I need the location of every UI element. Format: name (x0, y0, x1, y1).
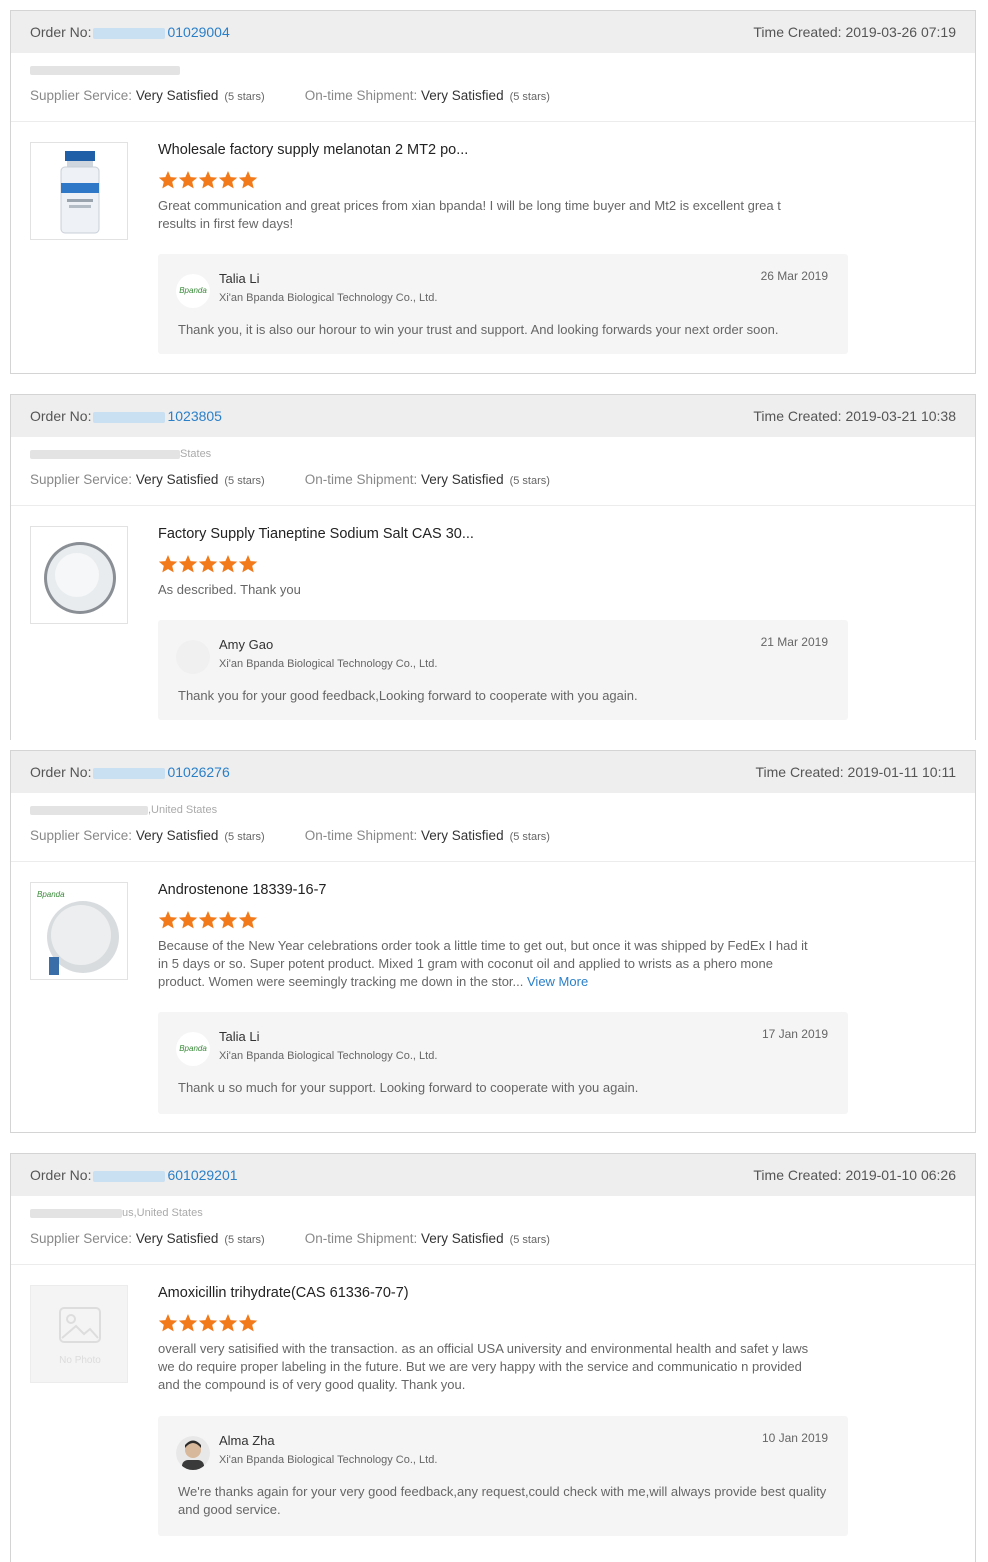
avatar: Bpanda (176, 274, 210, 308)
reply-company: Xi'an Bpanda Biological Technology Co., … (219, 658, 438, 670)
product-thumbnail[interactable] (30, 142, 128, 240)
service-ratings: Supplier Service: Very Satisfied (5 stars… (30, 472, 550, 487)
reply-date: 17 Jan 2019 (761, 1027, 828, 1041)
review-card: Order No: 01026276 Time Created: 2019-01-… (10, 750, 976, 1133)
order-header: Order No: 01029004 Time Created: 2019-03-… (11, 11, 975, 53)
star-icon (198, 555, 218, 573)
star-icon (178, 911, 198, 929)
avatar (176, 640, 210, 674)
svg-text:No Photo: No Photo (59, 1355, 101, 1366)
product-thumbnail[interactable]: Bpanda (30, 882, 128, 980)
order-number: Order No: 01026276 (30, 764, 230, 780)
reply-text: Thank u so much for your support. Lookin… (178, 1080, 639, 1095)
time-created: Time Created: 2019-01-10 06:26 (753, 1167, 956, 1183)
reply-company: Xi'an Bpanda Biological Technology Co., … (219, 1050, 438, 1062)
order-number: Order No: 01029004 (30, 24, 230, 40)
star-icon (238, 171, 258, 189)
service-ratings: Supplier Service: Very Satisfied (5 stars… (30, 828, 550, 843)
buyer-location: ,United States (30, 804, 217, 816)
svg-text:Bpanda: Bpanda (37, 890, 65, 899)
order-number: Order No: 1023805 (30, 408, 222, 424)
reply-author: Talia Li (219, 271, 260, 286)
review-card: Order No: 601029201 Time Created: 2019-01… (10, 1153, 976, 1562)
supplier-reply: Bpanda Talia Li Xi'an Bpanda Biological … (158, 1012, 848, 1114)
star-icon (178, 171, 198, 189)
star-icon (158, 555, 178, 573)
product-thumbnail[interactable]: No Photo (30, 1285, 128, 1383)
supplier-reply: Bpanda Talia Li Xi'an Bpanda Biological … (158, 254, 848, 354)
buyer-location (30, 64, 180, 76)
time-created: Time Created: 2019-01-11 10:11 (755, 764, 956, 780)
reply-text: Thank you for your good feedback,Looking… (178, 688, 638, 703)
time-created: Time Created: 2019-03-21 10:38 (753, 408, 956, 424)
order-number-link[interactable]: 01026276 (167, 764, 229, 780)
review-text: Great communication and great prices fro… (158, 198, 781, 231)
order-header: Order No: 01026276 Time Created: 2019-01-… (11, 751, 975, 793)
avatar (176, 1436, 210, 1470)
star-icon (218, 911, 238, 929)
reply-company: Xi'an Bpanda Biological Technology Co., … (219, 292, 438, 304)
buyer-location: us,United States (30, 1207, 203, 1219)
order-header: Order No: 601029201 Time Created: 2019-01… (11, 1154, 975, 1196)
order-number: Order No: 601029201 (30, 1167, 238, 1183)
star-icon (238, 555, 258, 573)
review-text: overall very satisified with the transac… (158, 1341, 809, 1392)
star-rating (158, 170, 258, 190)
star-rating (158, 1313, 258, 1333)
order-meta: Supplier Service: Very Satisfied (5 stars… (11, 53, 975, 122)
star-icon (178, 555, 198, 573)
product-title[interactable]: Factory Supply Tianeptine Sodium Salt CA… (158, 526, 474, 542)
no-photo-icon: No Photo (59, 1307, 101, 1366)
time-created: Time Created: 2019-03-26 07:19 (753, 24, 956, 40)
reply-date: 26 Mar 2019 (760, 269, 828, 283)
review-card: Order No: 01029004 Time Created: 2019-03-… (10, 10, 976, 374)
star-icon (158, 171, 178, 189)
order-meta: ,United States Supplier Service: Very Sa… (11, 793, 975, 862)
order-meta: us,United States Supplier Service: Very … (11, 1196, 975, 1265)
reply-author: Talia Li (219, 1029, 260, 1044)
reply-company: Xi'an Bpanda Biological Technology Co., … (219, 1454, 438, 1466)
star-rating (158, 910, 258, 930)
star-icon (218, 1314, 238, 1332)
avatar: Bpanda (176, 1032, 210, 1066)
product-thumbnail[interactable] (30, 526, 128, 624)
product-title[interactable]: Amoxicillin trihydrate(CAS 61336-70-7) (158, 1285, 409, 1301)
star-icon (178, 1314, 198, 1332)
star-icon (158, 911, 178, 929)
star-icon (158, 1314, 178, 1332)
review-text: Because of the New Year celebrations ord… (158, 938, 808, 989)
star-icon (218, 171, 238, 189)
reply-date: 21 Mar 2019 (760, 635, 828, 649)
star-icon (198, 911, 218, 929)
star-icon (198, 171, 218, 189)
star-icon (238, 1314, 258, 1332)
product-title[interactable]: Wholesale factory supply melanotan 2 MT2… (158, 142, 468, 158)
service-ratings: Supplier Service: Very Satisfied (5 stars… (30, 88, 550, 103)
order-number-link[interactable]: 01029004 (167, 24, 229, 40)
service-ratings: Supplier Service: Very Satisfied (5 stars… (30, 1231, 550, 1246)
star-icon (218, 555, 238, 573)
order-meta: States Supplier Service: Very Satisfied(… (11, 437, 975, 506)
supplier-reply: Amy Gao Xi'an Bpanda Biological Technolo… (158, 620, 848, 720)
order-number-link[interactable]: 601029201 (167, 1167, 237, 1183)
reply-date: 10 Jan 2019 (761, 1431, 828, 1445)
star-rating (158, 554, 258, 574)
reply-text: Thank you, it is also our horour to win … (178, 322, 779, 337)
reply-author: Alma Zha (219, 1433, 275, 1448)
view-more-link[interactable]: View More (527, 974, 588, 989)
review-text: As described. Thank you (158, 582, 301, 597)
buyer-location: States (30, 448, 211, 460)
reply-text: We're thanks again for your very good fe… (178, 1484, 827, 1517)
star-icon (198, 1314, 218, 1332)
review-card: Order No: 1023805 Time Created: 2019-03-2… (10, 394, 976, 740)
reply-author: Amy Gao (219, 637, 274, 652)
order-header: Order No: 1023805 Time Created: 2019-03-2… (11, 395, 975, 437)
supplier-reply: Alma Zha Xi'an Bpanda Biological Technol… (158, 1416, 848, 1536)
product-title[interactable]: Androstenone 18339-16-7 (158, 882, 327, 898)
star-icon (238, 911, 258, 929)
order-number-link[interactable]: 1023805 (167, 408, 222, 424)
